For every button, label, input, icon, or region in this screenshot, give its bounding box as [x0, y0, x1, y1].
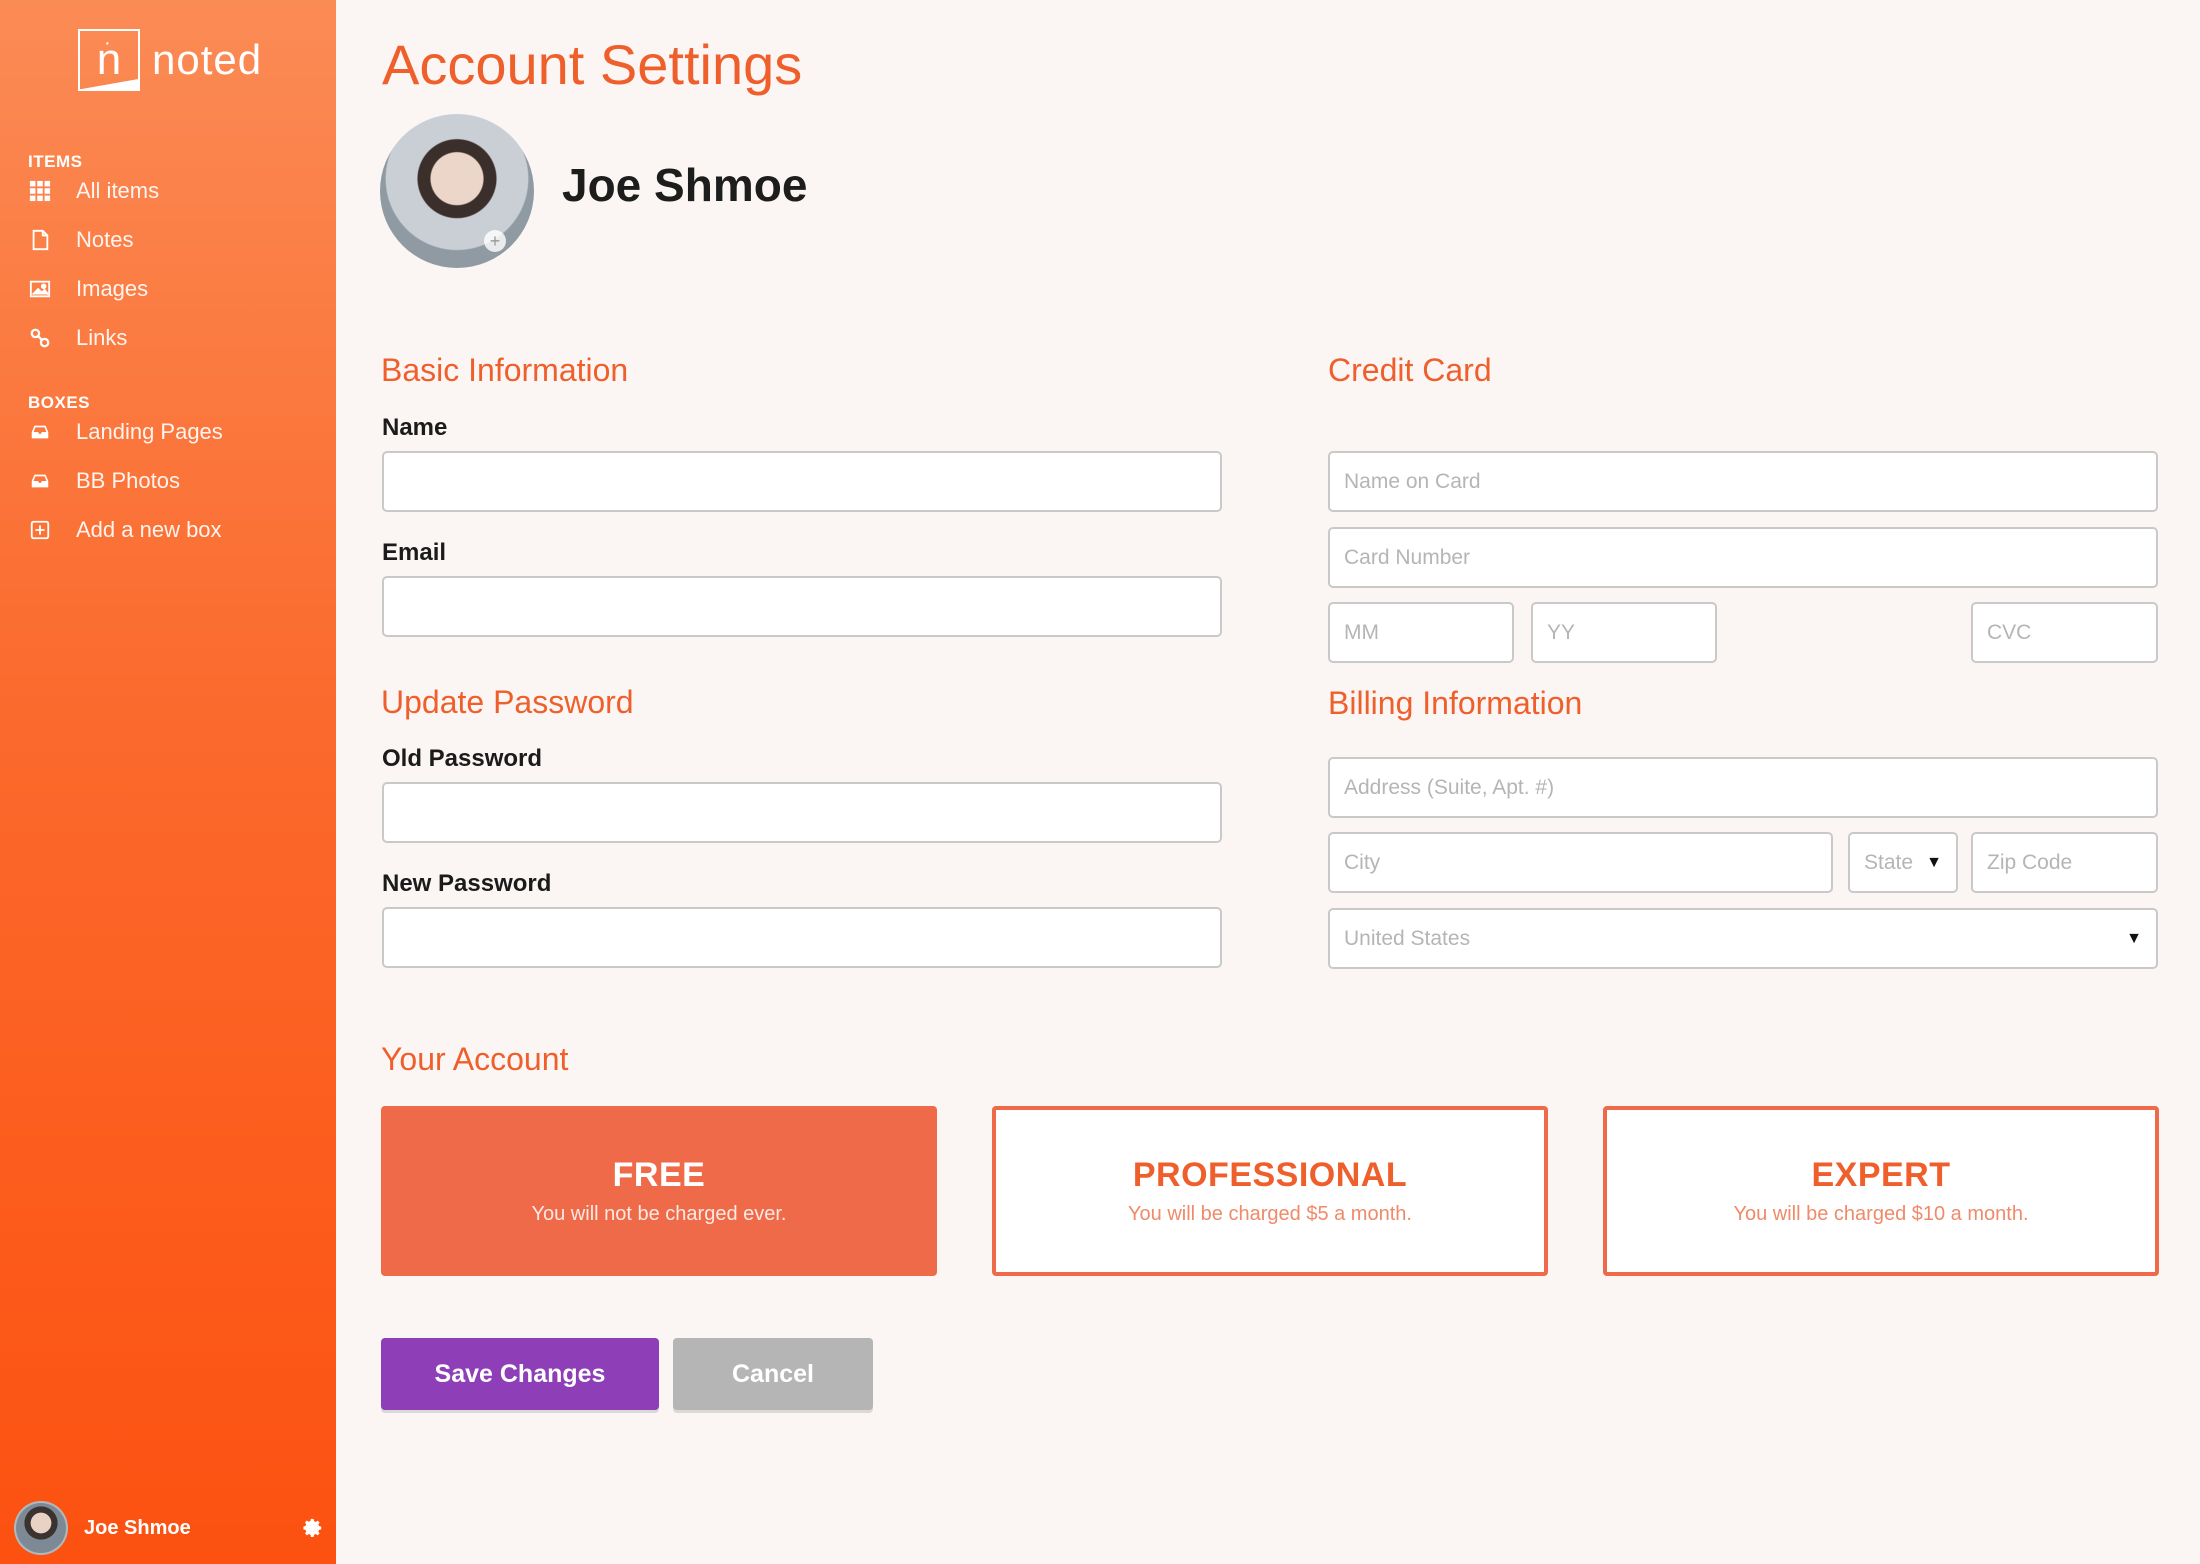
- card-month-field[interactable]: [1328, 602, 1514, 663]
- name-label: Name: [382, 414, 448, 441]
- logo-text: noted: [152, 36, 263, 83]
- sidebar-item-notes[interactable]: Notes: [28, 223, 133, 257]
- plus-square-icon: [28, 518, 52, 542]
- sidebar-item-label: Landing Pages: [76, 419, 223, 444]
- sidebar-user-name: Joe Shmoe: [84, 1516, 191, 1539]
- plan-name: FREE: [612, 1156, 706, 1194]
- page-title: Account Settings: [382, 33, 803, 96]
- logo-mark: · n: [78, 29, 140, 91]
- old-password-label: Old Password: [382, 745, 543, 772]
- basic-info-title: Basic Information: [381, 352, 629, 388]
- old-password-field[interactable]: [382, 782, 1222, 843]
- sidebar-item-label: BB Photos: [76, 468, 180, 493]
- name-field[interactable]: [382, 451, 1222, 512]
- new-password-label: New Password: [382, 870, 552, 897]
- address-field[interactable]: [1328, 757, 2158, 818]
- sidebar-item-label: Images: [76, 276, 149, 301]
- sidebar-item-images[interactable]: Images: [28, 272, 148, 306]
- card-name-field[interactable]: [1328, 451, 2158, 512]
- avatar[interactable]: [14, 1501, 68, 1555]
- plan-card-free[interactable]: FREE You will not be charged ever.: [381, 1106, 937, 1276]
- inbox-icon: [28, 420, 52, 444]
- card-cvc-field[interactable]: [1971, 602, 2158, 663]
- sidebar-section-items-title: ITEMS: [28, 152, 83, 171]
- credit-card-title: Credit Card: [1328, 352, 1492, 388]
- grid-icon: [28, 179, 52, 203]
- caret-down-icon: ▼: [2126, 929, 2142, 947]
- sidebar-item-links[interactable]: Links: [28, 321, 127, 355]
- image-icon: [28, 277, 52, 301]
- sidebar-item-label: Add a new box: [76, 517, 222, 542]
- sidebar-item-bb-photos[interactable]: BB Photos: [28, 464, 180, 498]
- your-account-title: Your Account: [381, 1041, 569, 1077]
- zip-field[interactable]: [1971, 832, 2158, 893]
- link-icon: [28, 326, 52, 350]
- plan-name: EXPERT: [1811, 1156, 1951, 1194]
- sidebar-user[interactable]: Joe Shmoe: [14, 1500, 324, 1556]
- card-number-field[interactable]: [1328, 527, 2158, 588]
- card-year-field[interactable]: [1531, 602, 1717, 663]
- email-field[interactable]: [382, 576, 1222, 637]
- sidebar-item-add-box[interactable]: Add a new box: [28, 513, 222, 547]
- state-select[interactable]: State ▼: [1848, 832, 1958, 893]
- save-button[interactable]: Save Changes: [381, 1338, 659, 1410]
- country-select-value: United States: [1344, 926, 1471, 950]
- city-field[interactable]: [1328, 832, 1833, 893]
- email-label: Email: [382, 539, 447, 566]
- document-icon: [28, 228, 52, 252]
- sidebar-section-boxes-title: BOXES: [28, 393, 91, 412]
- sidebar-item-label: Links: [76, 325, 128, 350]
- plan-card-expert[interactable]: EXPERT You will be charged $10 a month.: [1603, 1106, 2159, 1276]
- plan-card-professional[interactable]: PROFESSIONAL You will be charged $5 a mo…: [992, 1106, 1548, 1276]
- update-password-title: Update Password: [381, 684, 634, 720]
- profile-avatar[interactable]: [380, 114, 534, 268]
- inbox-icon: [28, 469, 52, 493]
- sidebar-item-label: All items: [76, 178, 160, 203]
- sidebar-item-all-items[interactable]: All items: [28, 174, 159, 208]
- plan-description: You will be charged $5 a month.: [1128, 1203, 1412, 1225]
- plan-description: You will not be charged ever.: [531, 1203, 787, 1225]
- profile-name: Joe Shmoe: [562, 159, 808, 211]
- billing-info-title: Billing Information: [1328, 685, 1583, 721]
- caret-down-icon: ▼: [1926, 853, 1942, 871]
- plus-icon[interactable]: +: [484, 230, 506, 252]
- new-password-field[interactable]: [382, 907, 1222, 968]
- country-select[interactable]: United States ▼: [1328, 908, 2158, 969]
- sidebar: · n noted ITEMS All items Notes Images L…: [0, 0, 336, 1564]
- main-content: Account Settings + Joe Shmoe Basic Infor…: [336, 0, 2200, 1564]
- cancel-button[interactable]: Cancel: [673, 1338, 873, 1410]
- sidebar-item-label: Notes: [76, 227, 134, 252]
- state-select-value: State: [1864, 850, 1914, 874]
- plan-name: PROFESSIONAL: [1132, 1156, 1408, 1194]
- sidebar-item-landing-pages[interactable]: Landing Pages: [28, 415, 223, 449]
- gear-icon[interactable]: [302, 1517, 324, 1539]
- app-logo[interactable]: · n noted: [78, 28, 262, 92]
- plan-description: You will be charged $10 a month.: [1733, 1203, 2029, 1225]
